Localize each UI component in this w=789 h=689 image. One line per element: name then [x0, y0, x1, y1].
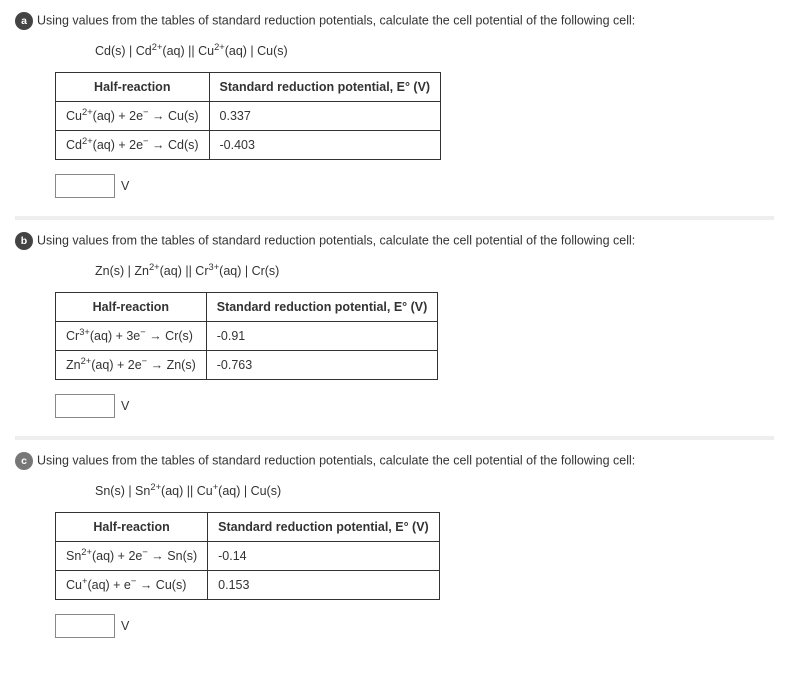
table-row: Cr3+(aq) + 3e− → Cr(s)-0.91 — [56, 322, 438, 351]
prompt-text: Using values from the tables of standard… — [37, 13, 635, 27]
prompt-text: Using values from the tables of standard… — [37, 453, 635, 467]
question-c: c Using values from the tables of standar… — [15, 440, 774, 656]
reduction-potential-table: Half-reactionStandard reduction potentia… — [55, 292, 438, 380]
potential-cell: -0.14 — [208, 542, 440, 571]
table-row: Sn2+(aq) + 2e− → Sn(s)-0.14 — [56, 542, 440, 571]
table-header: Standard reduction potential, E° (V) — [209, 73, 441, 102]
table-row: Zn2+(aq) + 2e− → Zn(s)-0.763 — [56, 351, 438, 380]
answer-input[interactable] — [55, 174, 115, 198]
prompt-text: Using values from the tables of standard… — [37, 233, 635, 247]
question-b: b Using values from the tables of standar… — [15, 220, 774, 440]
cell-notation: Sn(s) | Sn2+(aq) || Cu+(aq) | Cu(s) — [95, 484, 774, 498]
unit-label: V — [121, 179, 129, 193]
potential-cell: 0.153 — [208, 571, 440, 600]
half-reaction-cell: Cr3+(aq) + 3e− → Cr(s) — [56, 322, 207, 351]
cell-notation: Zn(s) | Zn2+(aq) || Cr3+(aq) | Cr(s) — [95, 264, 774, 278]
reduction-potential-table: Half-reactionStandard reduction potentia… — [55, 72, 441, 160]
question-a: a Using values from the tables of standar… — [15, 0, 774, 220]
table-header: Half-reaction — [56, 73, 210, 102]
unit-label: V — [121, 619, 129, 633]
badge-a: a — [15, 12, 33, 30]
potential-cell: -0.763 — [206, 351, 438, 380]
half-reaction-cell: Sn2+(aq) + 2e− → Sn(s) — [56, 542, 208, 571]
reduction-potential-table: Half-reactionStandard reduction potentia… — [55, 512, 440, 600]
potential-cell: 0.337 — [209, 102, 441, 131]
answer-input[interactable] — [55, 614, 115, 638]
badge-c: c — [15, 452, 33, 470]
half-reaction-cell: Cu+(aq) + e− → Cu(s) — [56, 571, 208, 600]
table-row: Cd2+(aq) + 2e− → Cd(s)-0.403 — [56, 131, 441, 160]
table-header: Half-reaction — [56, 513, 208, 542]
table-row: Cu+(aq) + e− → Cu(s)0.153 — [56, 571, 440, 600]
table-header: Half-reaction — [56, 293, 207, 322]
potential-cell: -0.403 — [209, 131, 441, 160]
cell-notation: Cd(s) | Cd2+(aq) || Cu2+(aq) | Cu(s) — [95, 44, 774, 58]
potential-cell: -0.91 — [206, 322, 438, 351]
unit-label: V — [121, 399, 129, 413]
half-reaction-cell: Zn2+(aq) + 2e− → Zn(s) — [56, 351, 207, 380]
table-header: Standard reduction potential, E° (V) — [208, 513, 440, 542]
table-row: Cu2+(aq) + 2e− → Cu(s)0.337 — [56, 102, 441, 131]
half-reaction-cell: Cd2+(aq) + 2e− → Cd(s) — [56, 131, 210, 160]
table-header: Standard reduction potential, E° (V) — [206, 293, 438, 322]
answer-input[interactable] — [55, 394, 115, 418]
badge-b: b — [15, 232, 33, 250]
half-reaction-cell: Cu2+(aq) + 2e− → Cu(s) — [56, 102, 210, 131]
